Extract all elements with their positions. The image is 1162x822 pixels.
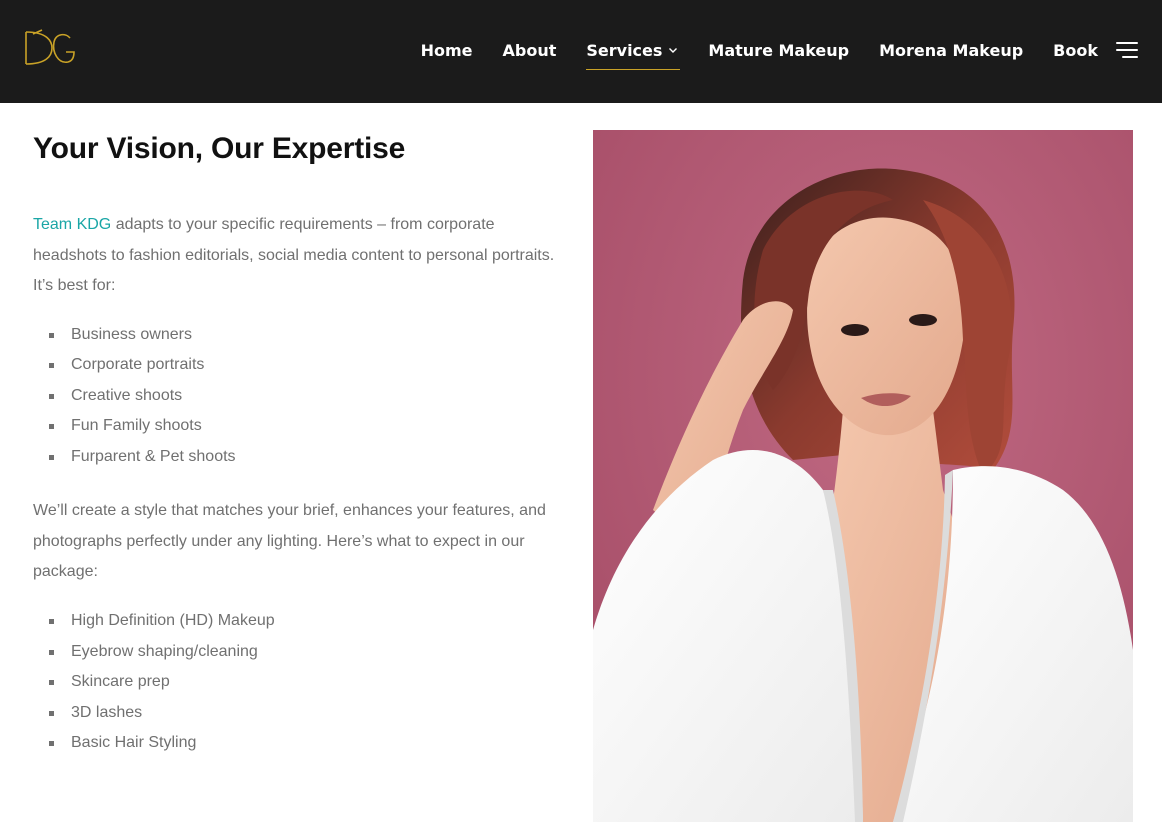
nav-home[interactable]: Home: [421, 38, 473, 62]
nav-mature-makeup[interactable]: Mature Makeup: [708, 38, 849, 62]
hamburger-icon[interactable]: [1116, 40, 1138, 60]
portrait-illustration: [593, 130, 1133, 822]
package-list: High Definition (HD) Makeup Eyebrow shap…: [33, 606, 568, 759]
nav-services-label: Services: [586, 40, 663, 60]
nav-services[interactable]: Services: [586, 38, 681, 70]
chevron-down-icon: [669, 48, 678, 53]
portrait-photo: [593, 130, 1133, 822]
list-item: Creative shoots: [49, 381, 568, 412]
intro-text: adapts to your specific requirements – f…: [33, 216, 555, 295]
list-item: Skincare prep: [49, 667, 568, 698]
hamburger-line: [1116, 49, 1138, 51]
site-header: Home About Services Mature Makeup Morena…: [0, 0, 1162, 103]
list-item: Basic Hair Styling: [49, 728, 568, 759]
package-intro-paragraph: We’ll create a style that matches your b…: [33, 502, 546, 581]
list-item: Corporate portraits: [49, 350, 568, 381]
list-item: Fun Family shoots: [49, 411, 568, 442]
nav-morena-makeup[interactable]: Morena Makeup: [879, 38, 1023, 62]
list-item: Furparent & Pet shoots: [49, 442, 568, 473]
nav-about[interactable]: About: [503, 38, 557, 62]
main-content: Your Vision, Our Expertise Team KDG adap…: [33, 128, 568, 783]
kdg-logo-icon: [25, 29, 75, 65]
hamburger-line: [1122, 56, 1138, 58]
main-nav: Home About Services Mature Makeup Morena…: [391, 38, 1098, 70]
list-item: 3D lashes: [49, 698, 568, 729]
team-kdg-link[interactable]: Team KDG: [33, 216, 111, 233]
nav-book[interactable]: Book: [1053, 38, 1098, 62]
list-item: High Definition (HD) Makeup: [49, 606, 568, 637]
best-for-list: Business owners Corporate portraits Crea…: [33, 320, 568, 473]
hamburger-line: [1116, 42, 1138, 44]
page-title: Your Vision, Our Expertise: [33, 132, 406, 165]
intro-paragraph: Team KDG adapts to your specific require…: [33, 210, 568, 302]
list-item: Eyebrow shaping/cleaning: [49, 637, 568, 668]
site-logo[interactable]: [22, 26, 78, 70]
list-item: Business owners: [49, 320, 568, 351]
